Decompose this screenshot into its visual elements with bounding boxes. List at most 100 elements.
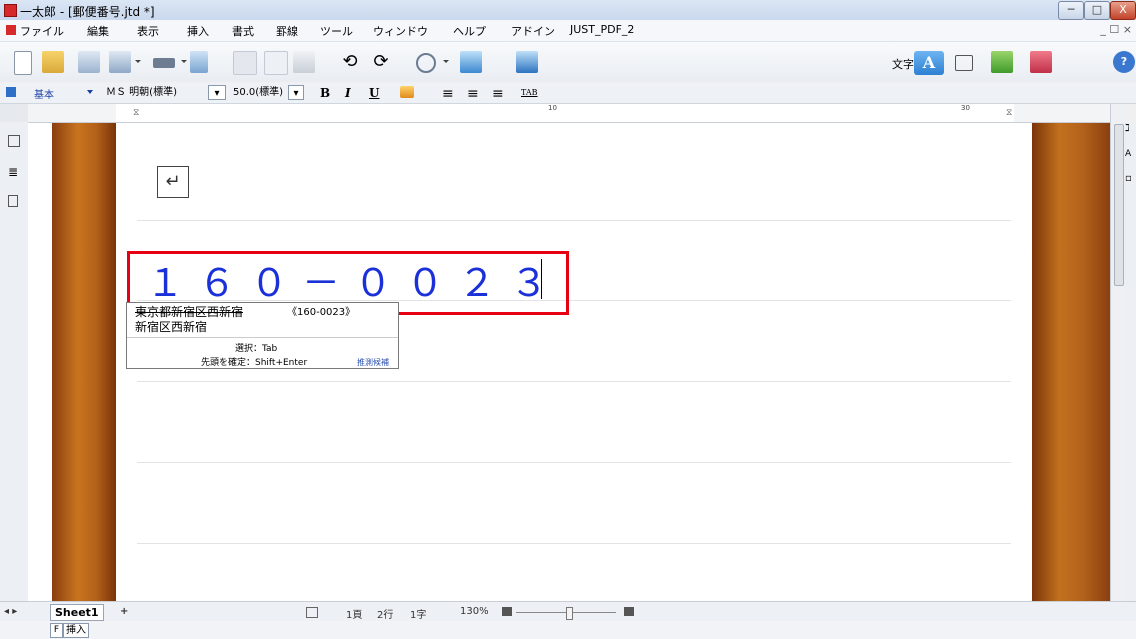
menu-file[interactable]: ファイル [20, 23, 64, 39]
scroll-thumb[interactable] [1114, 124, 1124, 286]
ruler-left-indent-icon[interactable]: ⧖ [133, 108, 139, 118]
new-doc-icon[interactable] [14, 51, 32, 75]
size-selector[interactable]: 50.0(標準) [230, 85, 286, 100]
function-key-indicator: F [50, 623, 63, 638]
ime-divider [127, 337, 398, 338]
menu-format[interactable]: 書式 [232, 23, 254, 39]
panel-tool-icon[interactable]: ℷ [1125, 123, 1130, 134]
grid-line [137, 462, 1011, 463]
save-dropdown-icon[interactable] [135, 60, 141, 63]
style-menu-icon[interactable] [6, 87, 16, 97]
panel-clip-icon[interactable]: ▫ [1125, 173, 1132, 184]
align-left-icon[interactable]: ≡ [442, 86, 454, 102]
open-icon[interactable] [42, 51, 64, 73]
left-margin [28, 123, 53, 601]
bottom-bar: F 挿入 [0, 621, 1136, 639]
desk-background-left [52, 123, 116, 601]
sheet-tab[interactable]: Sheet1 [50, 604, 104, 621]
ruler-text-area[interactable] [116, 104, 1014, 122]
insert-mode-indicator[interactable]: 挿入 [63, 623, 89, 638]
maximize-button[interactable]: □ [1084, 1, 1110, 20]
title-bar: 一太郎 - [郵便番号.jtd *] ─ □ X [0, 0, 1136, 20]
menu-help[interactable]: ヘルプ [453, 23, 486, 39]
style-dropdown-icon[interactable] [87, 90, 93, 94]
char-mode-button[interactable]: A [914, 51, 944, 75]
ime-hint-select: 選択：Tab [235, 344, 278, 354]
help-icon[interactable] [516, 51, 538, 73]
underline-button[interactable]: U [369, 86, 379, 100]
menu-insert[interactable]: 挿入 [187, 23, 209, 39]
left-panel: ≣ [0, 123, 29, 601]
search-icon[interactable] [416, 53, 436, 73]
cut-icon[interactable] [233, 51, 257, 75]
align-center-icon[interactable]: ≡ [467, 86, 479, 102]
menu-window[interactable]: ウィンドウ [373, 23, 428, 39]
menu-edit[interactable]: 編集 [87, 23, 109, 39]
close-button[interactable]: X [1110, 1, 1136, 20]
status-bar: ◂ ▸ Sheet1 + 1頁 2行 1字 130% [0, 601, 1136, 622]
thumbnail-icon[interactable] [8, 135, 20, 147]
align-right-icon[interactable]: ≡ [492, 86, 504, 102]
zoom-slider-thumb[interactable] [566, 607, 573, 620]
print-preview-icon[interactable] [190, 51, 208, 73]
ruler-corner [0, 104, 28, 122]
minimize-button[interactable]: ─ [1058, 1, 1084, 20]
vertical-scrollbar[interactable] [1110, 104, 1125, 601]
table-mode-icon[interactable] [955, 55, 973, 71]
format-bar: 基本 ＭＳ 明朝(標準) ▾ 50.0(標準) ▾ B I U ≡ ≡ ≡ TA… [0, 83, 1136, 104]
page-layout-icon[interactable] [306, 607, 318, 618]
ime-candidate-popup[interactable]: 東京都新宿区西新宿 《160-0023》 新宿区西新宿 選択：Tab 先頭を確定… [126, 302, 399, 369]
menu-ruled-line[interactable]: 罫線 [276, 23, 298, 39]
paragraph-mark: ↵ [157, 166, 189, 198]
menu-bar: ファイル 編集 表示 挿入 書式 罫線 ツール ウィンドウ ヘルプ アドイン J… [0, 20, 1136, 42]
menu-just-pdf[interactable]: JUST_PDF_2 [570, 23, 634, 36]
ime-hint-mode[interactable]: 推測候補 [357, 357, 389, 368]
paste-icon[interactable] [293, 51, 315, 73]
grid-line [137, 220, 1011, 221]
italic-button[interactable]: I [345, 86, 351, 100]
print-icon[interactable] [153, 58, 175, 68]
doc-menu-icon[interactable] [6, 25, 16, 35]
zoom-level[interactable]: 130% [460, 606, 489, 617]
add-sheet-button[interactable]: + [120, 606, 128, 617]
status-line: 2行 [377, 610, 394, 621]
save-as-icon[interactable] [109, 51, 131, 73]
help-circle-icon[interactable]: ? [1113, 51, 1135, 73]
page-panel-icon[interactable] [8, 195, 18, 207]
ruler-right-indent-icon[interactable]: ⧖ [1006, 108, 1012, 118]
panel-font-icon[interactable]: A [1125, 149, 1131, 159]
copy-icon[interactable] [264, 51, 288, 75]
bold-button[interactable]: B [320, 86, 330, 100]
ruler-mark-30: 30 [961, 104, 970, 112]
sheet-nav-icon[interactable]: ◂ ▸ [4, 606, 17, 617]
ime-candidate-1-code: 《160-0023》 [287, 307, 356, 318]
redo-icon[interactable]: ⟳ [370, 51, 392, 73]
undo-icon[interactable]: ⟲ [339, 51, 361, 73]
zoom-out-icon[interactable] [502, 607, 512, 616]
menu-view[interactable]: 表示 [137, 23, 159, 39]
menu-tools[interactable]: ツール [320, 23, 353, 39]
print-dropdown-icon[interactable] [181, 60, 187, 63]
outline-icon[interactable]: ≣ [8, 165, 18, 179]
grid-line [137, 543, 1011, 544]
layout-mode-icon[interactable] [1030, 51, 1052, 73]
status-page: 1頁 [346, 610, 363, 621]
style-selector[interactable]: 基本 [34, 86, 54, 101]
ime-candidate-2[interactable]: 新宿区西新宿 [135, 318, 207, 335]
zoom-in-icon[interactable] [624, 607, 634, 616]
mdi-controls[interactable]: _ ☐ × [1100, 23, 1132, 36]
menu-addin[interactable]: アドイン [511, 23, 555, 39]
ruler-mark-10: 10 [548, 104, 557, 112]
font-dropdown-icon[interactable]: ▾ [208, 85, 226, 100]
ime-hint-confirm: 先頭を確定：Shift+Enter [201, 358, 308, 368]
font-selector[interactable]: ＭＳ 明朝(標準) [103, 85, 203, 100]
moji-mode-label: 文字 [892, 58, 914, 71]
save-icon[interactable] [78, 51, 100, 73]
size-dropdown-icon[interactable]: ▾ [288, 85, 304, 100]
tab-button[interactable]: TAB [521, 88, 538, 97]
search-dropdown-icon[interactable] [443, 60, 449, 63]
jump-icon[interactable] [460, 51, 482, 73]
highlight-color-icon[interactable] [400, 86, 414, 98]
figure-mode-icon[interactable] [991, 51, 1013, 73]
app-icon[interactable] [4, 4, 17, 17]
